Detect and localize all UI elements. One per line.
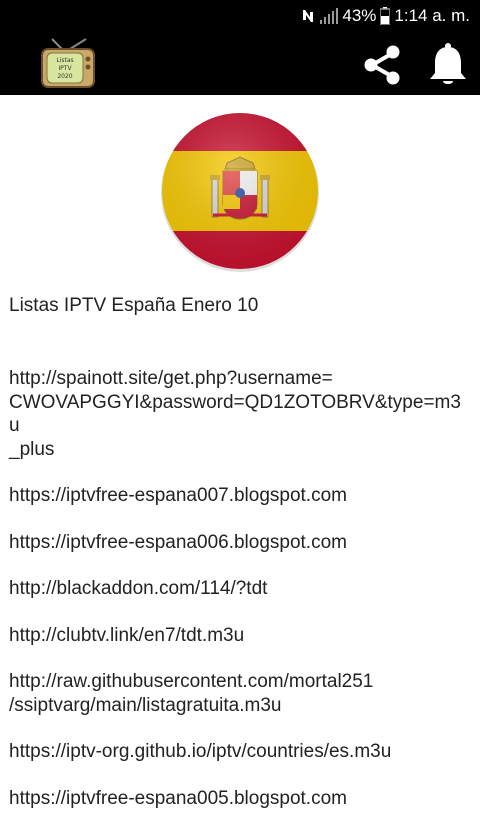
link-text-line: http://clubtv.link/en7/tdt.m3u xyxy=(9,624,245,646)
share-icon xyxy=(364,45,400,85)
svg-text:2020: 2020 xyxy=(57,73,72,80)
list-item-link-4[interactable]: http://blackaddon.com/114/?tdt xyxy=(9,577,471,601)
list-item-link-7[interactable]: https://iptv-org.github.io/iptv/countrie… xyxy=(9,740,471,764)
battery-percent: 43% xyxy=(342,6,377,25)
link-text-line: CWOVAPGGYI&password=QD1ZOTOBRV&type=m3u xyxy=(9,391,461,437)
list-item-link-2[interactable]: https://iptvfree-espana007.blogspot.com xyxy=(9,484,471,508)
list-item-link-8[interactable]: https://iptvfree-espana005.blogspot.com xyxy=(9,787,471,811)
status-bar: 43% 1:14 a. m. xyxy=(0,0,480,33)
link-text-line: https://iptvfree-espana007.blogspot.com xyxy=(9,485,347,506)
notifications-button[interactable] xyxy=(426,41,470,87)
no-signal-icon xyxy=(302,8,316,24)
status-indicators: 43% 1:14 a. m. xyxy=(302,6,470,26)
link-text-line: _plus xyxy=(9,438,55,460)
list-item-link-3[interactable]: https://iptvfree-espana006.blogspot.com xyxy=(9,531,471,555)
list-item-link-5[interactable]: http://clubtv.link/en7/tdt.m3u xyxy=(9,624,471,648)
tv-logo-icon[interactable]: Listas IPTV 2020 xyxy=(40,37,96,91)
clock: 1:14 a. m. xyxy=(394,6,470,25)
svg-text:Listas: Listas xyxy=(56,57,73,64)
link-text-line: http://blackaddon.com/114/?tdt xyxy=(9,578,268,599)
page-title: Listas IPTV España Enero 10 xyxy=(9,295,259,316)
share-button[interactable] xyxy=(360,43,404,87)
list-item-link-6[interactable]: http://raw.githubusercontent.com/mortal2… xyxy=(9,670,471,717)
link-text-line: http://spainott.site/get.php?username= xyxy=(9,368,333,389)
link-text-line: /ssiptvarg/main/listagratuita.m3u xyxy=(9,694,282,716)
signal-icon xyxy=(320,8,339,24)
link-text-line: https://iptvfree-espana006.blogspot.com xyxy=(9,531,347,553)
svg-text:IPTV: IPTV xyxy=(58,65,72,72)
link-text-line: https://iptvfree-espana005.blogspot.com xyxy=(9,787,347,809)
spain-flag-icon xyxy=(159,111,321,273)
link-text-line: http://raw.githubusercontent.com/mortal2… xyxy=(9,671,374,692)
link-text-line: https://iptv-org.github.io/iptv/countrie… xyxy=(9,741,392,762)
link-list: http://spainott.site/get.php?username= C… xyxy=(9,367,471,833)
app-bar: Listas IPTV 2020 xyxy=(0,33,480,95)
bell-icon xyxy=(430,43,466,84)
battery-icon xyxy=(380,7,391,25)
list-item-link-1[interactable]: http://spainott.site/get.php?username= C… xyxy=(9,367,471,461)
